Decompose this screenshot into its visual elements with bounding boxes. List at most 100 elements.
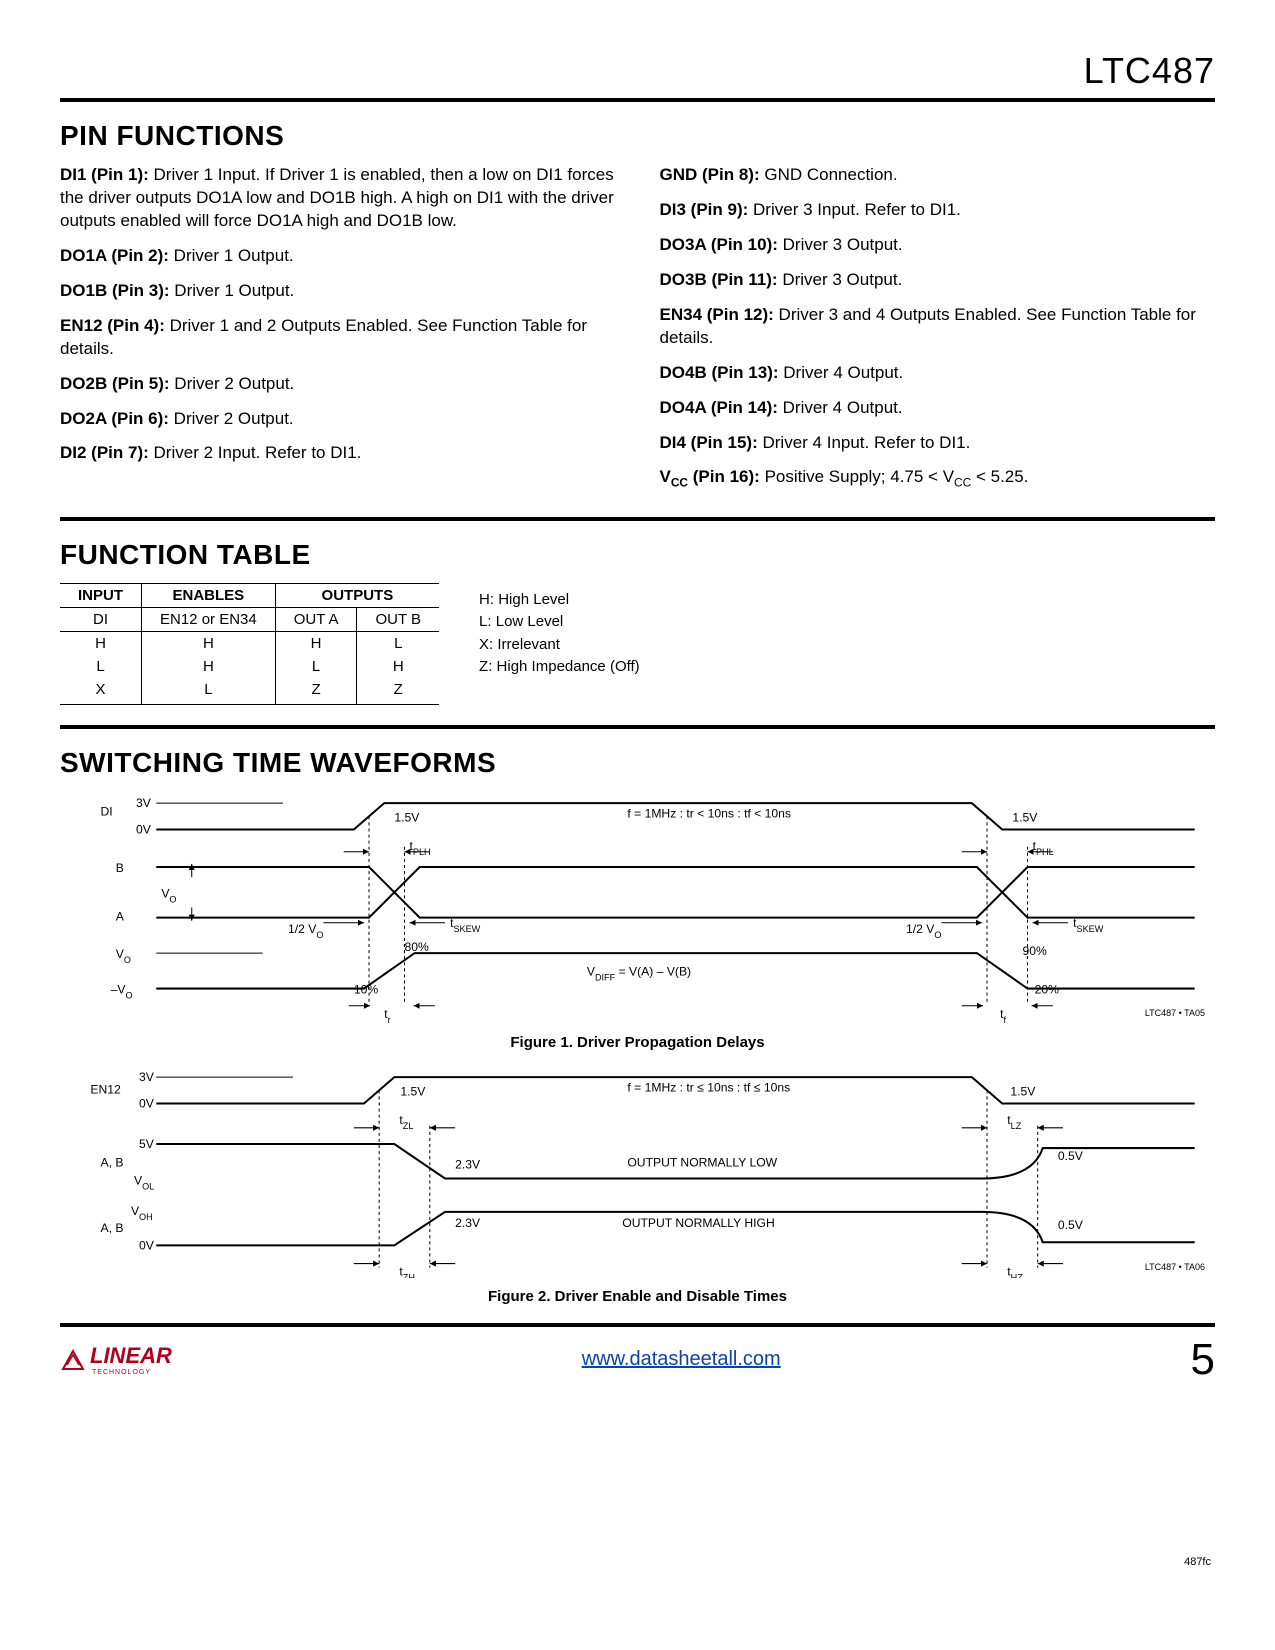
th-enables: ENABLES [142,583,276,607]
pin-name: DI2 (Pin 7): [60,443,149,462]
rule-top [60,98,1215,102]
lbl-90: 90% [1022,944,1047,958]
pin-item: VCC (Pin 16): Positive Supply; 4.75 < VC… [660,466,1216,490]
lbl-thz: tHZ [1007,1265,1023,1278]
lbl-0v3: 0V [139,1238,155,1252]
pin-name: DO3B (Pin 11): [660,270,778,289]
lbl-80: 80% [404,940,429,954]
th-outb: OUT B [357,607,439,631]
lbl-1p5-a: 1.5V [394,810,420,824]
cell: H [275,631,357,655]
pin-name: DO4B (Pin 13): [660,363,779,382]
figure-2-svg: EN12 3V 0V 1.5V 1.5V f = 1MHz : tr ≤ 10n… [60,1065,1215,1278]
pin-name: DI1 (Pin 1): [60,165,149,184]
pin-name: DO3A (Pin 10): [660,235,778,254]
pin-item: DO4B (Pin 13): Driver 4 Output. [660,362,1216,385]
pin-desc: Driver 4 Output. [783,363,903,382]
lbl-2p3-b: 2.3V [455,1216,481,1230]
pin-item: EN34 (Pin 12): Driver 3 and 4 Outputs En… [660,304,1216,350]
lbl-a: A [116,910,125,924]
pin-item: EN12 (Pin 4): Driver 1 and 2 Outputs Ena… [60,315,616,361]
pin-name: DO1A (Pin 2): [60,246,169,265]
lbl-tf: tf [1000,1007,1006,1024]
function-table: INPUT ENABLES OUTPUTS DI EN12 or EN34 OU… [60,583,439,705]
lbl-0p5-b: 0.5V [1058,1218,1084,1232]
lbl-b: B [116,861,124,875]
lbl-1p5-c: 1.5V [400,1084,426,1098]
lbl-low: OUTPUT NORMALLY LOW [627,1155,777,1169]
pin-name: GND (Pin 8): [660,165,760,184]
pin-col-right: GND (Pin 8): GND Connection. DI3 (Pin 9)… [660,164,1216,503]
section-function-table: FUNCTION TABLE [60,539,1215,571]
rev-code: 487fc [1184,1556,1211,1568]
lbl-cond2: f = 1MHz : tr ≤ 10ns : tf ≤ 10ns [627,1080,790,1094]
pin-name: DO2A (Pin 6): [60,409,169,428]
lbl-ab2: A, B [101,1221,124,1235]
th-en: EN12 or EN34 [142,607,276,631]
pin-col-left: DI1 (Pin 1): Driver 1 Input. If Driver 1… [60,164,616,503]
cell: L [357,631,439,655]
lbl-20: 20% [1035,983,1060,997]
pin-desc: Positive Supply; 4.75 < VCC < 5.25. [765,467,1029,486]
pin-desc: Driver 1 Output. [174,281,294,300]
fig2-caption: Figure 2. Driver Enable and Disable Time… [60,1288,1215,1305]
pin-desc: Driver 2 Input. Refer to DI1. [154,443,362,462]
cell: H [142,655,276,678]
lbl-half-b: 1/2 VO [906,922,941,940]
table-row: X L Z Z [60,678,439,705]
lbl-tphl: tPHL [1033,839,1054,857]
pin-name: DO4A (Pin 14): [660,398,778,417]
lbl-vo: VO [116,947,131,965]
lbl-vol: VOL [134,1173,154,1191]
lbl-0v: 0V [136,822,152,836]
pin-desc: GND Connection. [764,165,897,184]
pin-item: DI1 (Pin 1): Driver 1 Input. If Driver 1… [60,164,616,233]
cell: L [60,655,142,678]
cell: H [142,631,276,655]
figure-2-wrap: EN12 3V 0V 1.5V 1.5V f = 1MHz : tr ≤ 10n… [60,1065,1215,1278]
pin-item: GND (Pin 8): GND Connection. [660,164,1216,187]
pin-item: DI3 (Pin 9): Driver 3 Input. Refer to DI… [660,199,1216,222]
pin-item: DI4 (Pin 15): Driver 4 Input. Refer to D… [660,432,1216,455]
lbl-10: 10% [354,983,379,997]
lbl-5v: 5V [139,1137,155,1151]
lbl-0v2: 0V [139,1096,155,1110]
pin-item: DO1B (Pin 3): Driver 1 Output. [60,280,616,303]
legend: H: High Level L: Low Level X: Irrelevant… [479,589,640,679]
pin-name: DI4 (Pin 15): [660,433,758,452]
rule-mid [60,517,1215,521]
pin-item: DO4A (Pin 14): Driver 4 Output. [660,397,1216,420]
lbl-en12: EN12 [90,1082,121,1096]
lbl-voh: VOH [131,1204,153,1222]
cell: H [357,655,439,678]
pin-name: DI3 (Pin 9): [660,200,749,219]
lbl-tr: tr [384,1007,390,1024]
lbl-ab: A, B [101,1155,124,1169]
function-table-wrap: INPUT ENABLES OUTPUTS DI EN12 or EN34 OU… [60,583,1215,705]
legend-item: H: High Level [479,589,640,612]
pin-desc: Driver 3 Input. Refer to DI1. [753,200,961,219]
pin-desc: Driver 4 Output. [783,398,903,417]
pin-name: EN12 (Pin 4): [60,316,165,335]
lbl-1p5-b: 1.5V [1012,810,1038,824]
table-row: L H L H [60,655,439,678]
lbl-2p3-a: 2.3V [455,1157,481,1171]
lbl-tlz: tLZ [1007,1113,1021,1131]
th-outputs: OUTPUTS [275,583,439,607]
figure-1-svg: DI 3V 0V 1.5V 1.5V f = 1MHz : tr < 10ns … [60,791,1215,1024]
footer-url[interactable]: www.datasheetall.com [582,1348,781,1371]
pin-desc: Driver 3 Output. [783,235,903,254]
pin-functions-columns: DI1 (Pin 1): Driver 1 Input. If Driver 1… [60,164,1215,503]
lbl-vdiff: VDIFF = V(A) – V(B) [587,964,691,982]
lbl-high: OUTPUT NORMALLY HIGH [622,1216,774,1230]
logo-icon [60,1347,86,1373]
fig2-note: LTC487 • TA06 [1145,1262,1205,1272]
legend-item: Z: High Impedance (Off) [479,656,640,679]
lbl-3v2: 3V [139,1070,155,1084]
cell: X [60,678,142,705]
pin-desc: Driver 2 Output. [174,374,294,393]
lbl-mvo: –VO [111,983,133,1001]
lbl-tplh: tPLH [410,839,431,857]
pin-desc: Driver 2 Output. [174,409,294,428]
pin-name: EN34 (Pin 12): [660,305,774,324]
